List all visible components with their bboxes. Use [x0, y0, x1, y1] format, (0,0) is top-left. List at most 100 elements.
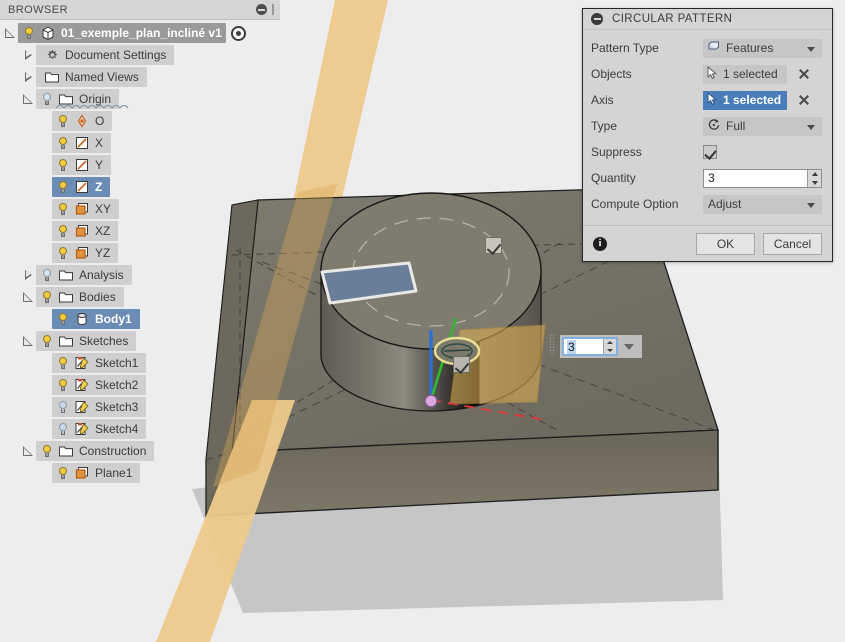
spinner-icon[interactable] [807, 169, 821, 187]
twisty-open-icon[interactable] [22, 291, 34, 303]
chevron-down-icon[interactable] [807, 202, 815, 208]
light-bulb-icon[interactable] [56, 356, 70, 371]
tree-item-origin-point[interactable]: O [0, 110, 280, 132]
spinner-icon[interactable] [603, 339, 616, 354]
light-bulb-icon[interactable] [56, 378, 70, 393]
tree-item-plane1[interactable]: Plane1 [0, 462, 280, 484]
tree-item-sketch4[interactable]: Sketch4 [0, 418, 280, 440]
twisty-open-icon[interactable] [22, 335, 34, 347]
axis-selection[interactable]: 1 selected [703, 90, 788, 110]
spinner-down-icon[interactable] [808, 178, 821, 187]
tree-item-plane-xy[interactable]: XY [0, 198, 280, 220]
spinner-down-icon[interactable] [604, 347, 616, 355]
light-bulb-icon[interactable] [56, 400, 70, 415]
twisty-closed-icon[interactable] [22, 71, 34, 83]
tree-item-pill[interactable]: Y [52, 155, 112, 175]
tree-item-analysis[interactable]: Analysis [0, 264, 280, 286]
tree-item-axis-z[interactable]: Z [0, 176, 280, 198]
light-bulb-icon[interactable] [56, 466, 70, 481]
light-bulb-icon[interactable] [40, 268, 54, 283]
twisty-open-icon[interactable] [22, 93, 34, 105]
spinner-up-icon[interactable] [808, 170, 821, 179]
tree-item-plane-xz[interactable]: XZ [0, 220, 280, 242]
quantity-checkbox-manipulator[interactable] [485, 237, 502, 254]
light-bulb-icon[interactable] [56, 158, 70, 173]
viewport-quantity-input-group[interactable]: 3 [560, 335, 642, 358]
light-bulb-icon[interactable] [40, 92, 54, 107]
tree-item-body1[interactable]: Body1 [0, 308, 280, 330]
tree-item-axis-x[interactable]: X [0, 132, 280, 154]
pattern-type-dropdown[interactable]: Features [703, 38, 822, 58]
twisty-closed-icon[interactable] [22, 49, 34, 61]
suppress-checkbox[interactable] [703, 145, 717, 159]
tree-item-sketch2[interactable]: Sketch2 [0, 374, 280, 396]
tree-item-pill[interactable]: Construction [36, 441, 155, 461]
light-bulb-icon[interactable] [40, 334, 54, 349]
visibility-eye-icon[interactable] [230, 25, 246, 41]
light-bulb-icon[interactable] [22, 26, 36, 41]
type-dropdown[interactable]: Full [703, 116, 822, 136]
tree-item-pill[interactable]: Analysis [36, 265, 132, 285]
objects-selection[interactable]: 1 selected [703, 64, 787, 84]
clear-x-icon[interactable] [797, 93, 811, 107]
tree-item-sketch1[interactable]: Sketch1 [0, 352, 280, 374]
light-bulb-icon[interactable] [56, 422, 70, 437]
tree-item-construction[interactable]: Construction [0, 440, 280, 462]
ok-button[interactable]: OK [696, 232, 755, 255]
light-bulb-icon[interactable] [40, 290, 54, 305]
tree-item-bodies[interactable]: Bodies [0, 286, 280, 308]
tree-item-pill[interactable]: Sketch2 [52, 375, 147, 395]
light-bulb-icon[interactable] [56, 246, 70, 261]
tree-item-pill[interactable]: O [52, 111, 113, 131]
tree-item-pill[interactable]: Named Views [36, 67, 147, 87]
chevron-down-icon[interactable] [807, 124, 815, 130]
tree-item-origin[interactable]: Origin [0, 88, 280, 110]
tree-item-plane-yz[interactable]: YZ [0, 242, 280, 264]
tree-item-pill[interactable]: Sketch1 [52, 353, 147, 373]
info-icon[interactable]: i [593, 236, 607, 251]
tree-item-pill[interactable]: Document Settings [36, 45, 175, 65]
light-bulb-icon[interactable] [56, 136, 70, 151]
tree-item-pill[interactable]: Plane1 [52, 463, 141, 483]
clear-x-icon[interactable] [797, 67, 811, 81]
drag-grip-icon[interactable] [549, 334, 555, 356]
light-bulb-icon[interactable] [56, 224, 70, 239]
panel-grip-icon[interactable] [272, 4, 274, 15]
dialog-header[interactable]: CIRCULAR PATTERN [583, 9, 832, 30]
tree-item-root[interactable]: 01_exemple_plan_incliné v1 [0, 22, 280, 44]
light-bulb-icon[interactable] [56, 312, 70, 327]
twisty-open-icon[interactable] [22, 445, 34, 457]
light-bulb-icon[interactable] [56, 114, 70, 129]
tree-item-pill[interactable]: Bodies [36, 287, 124, 307]
tree-item-axis-y[interactable]: Y [0, 154, 280, 176]
minimize-icon[interactable] [256, 4, 267, 15]
spinner-up-icon[interactable] [604, 339, 616, 347]
compute-option-dropdown[interactable]: Adjust [703, 194, 822, 214]
tree-item-pill[interactable]: XZ [52, 221, 119, 241]
tree-item-pill-selected[interactable]: Z [52, 177, 111, 197]
tree-item-pill-selected[interactable]: Body1 [52, 309, 140, 329]
tree-item-pill[interactable]: XY [52, 199, 120, 219]
axis-checkbox-manipulator[interactable] [453, 356, 470, 373]
twisty-closed-icon[interactable] [22, 269, 34, 281]
tree-item-pill[interactable]: X [52, 133, 112, 153]
tree-item-sketches[interactable]: Sketches [0, 330, 280, 352]
tree-item-document-settings[interactable]: Document Settings [0, 44, 280, 66]
collapse-icon[interactable] [591, 13, 603, 25]
tree-item-pill[interactable]: YZ [52, 243, 119, 263]
tree-item-pill[interactable]: Sketch3 [52, 397, 147, 417]
light-bulb-icon[interactable] [40, 444, 54, 459]
tree-item-named-views[interactable]: Named Views [0, 66, 280, 88]
tree-item-root-pill[interactable]: 01_exemple_plan_incliné v1 [18, 23, 226, 43]
tree-item-sketch3[interactable]: Sketch3 [0, 396, 280, 418]
tree-item-pill[interactable]: Sketch4 [52, 419, 147, 439]
chevron-down-icon[interactable] [618, 337, 640, 356]
quantity-input[interactable]: 3 [703, 168, 822, 188]
cancel-button[interactable]: Cancel [763, 232, 822, 255]
light-bulb-icon[interactable] [56, 202, 70, 217]
twisty-open-icon[interactable] [4, 27, 16, 39]
viewport-quantity-input[interactable]: 3 [562, 337, 618, 356]
chevron-down-icon[interactable] [807, 46, 815, 52]
light-bulb-icon[interactable] [56, 180, 70, 195]
tree-item-pill[interactable]: Sketches [36, 331, 137, 351]
